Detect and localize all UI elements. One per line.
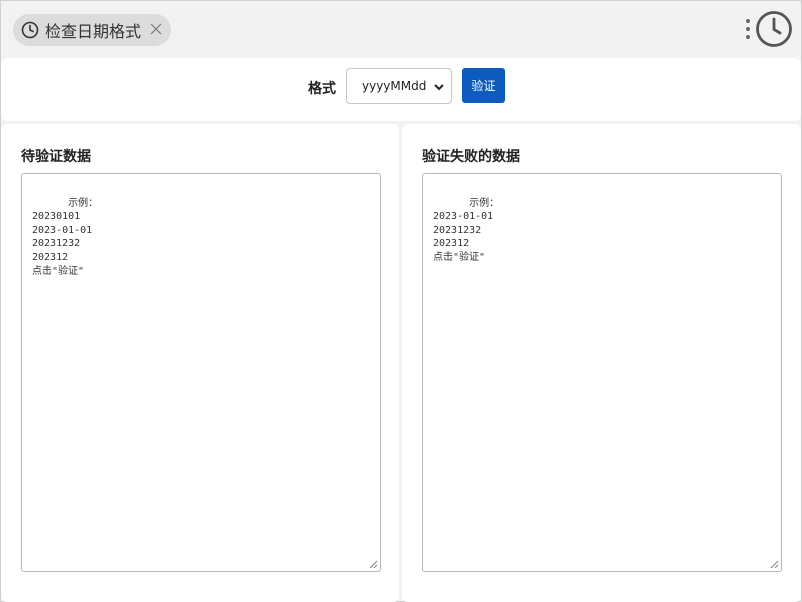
verify-button[interactable]: 验证: [462, 68, 505, 103]
clock-icon[interactable]: [755, 10, 793, 48]
failed-textarea[interactable]: 示例： 2023-01-01 20231232 202312 点击"验证": [422, 173, 782, 572]
more-vertical-icon[interactable]: [744, 17, 752, 41]
input-textarea-content: 示例： 20230101 2023-01-01 20231232 202312 …: [32, 197, 99, 277]
top-bar: 检查日期格式: [1, 1, 801, 57]
app-window: 检查日期格式 格式 yyyyMMdd 验证 待验证数据 示例： 20230101…: [0, 0, 802, 602]
close-icon[interactable]: [149, 22, 163, 36]
format-label: 格式: [308, 81, 336, 97]
failed-panel: 验证失败的数据 示例： 2023-01-01 20231232 202312 点…: [402, 124, 801, 602]
active-tab[interactable]: 检查日期格式: [13, 14, 171, 46]
format-select[interactable]: yyyyMMdd: [346, 68, 452, 104]
resize-handle-icon[interactable]: [369, 560, 378, 569]
input-panel: 待验证数据 示例： 20230101 2023-01-01 20231232 2…: [1, 124, 399, 602]
toolbar: 格式 yyyyMMdd 验证: [1, 58, 801, 121]
chevron-down-icon: [434, 84, 444, 91]
format-select-value: yyyyMMdd: [362, 79, 427, 93]
input-panel-title: 待验证数据: [21, 149, 91, 165]
failed-panel-title: 验证失败的数据: [422, 149, 520, 165]
resize-handle-icon[interactable]: [770, 560, 779, 569]
failed-textarea-content: 示例： 2023-01-01 20231232 202312 点击"验证": [433, 197, 500, 263]
clock-icon: [21, 21, 39, 39]
input-textarea[interactable]: 示例： 20230101 2023-01-01 20231232 202312 …: [21, 173, 381, 572]
tab-title: 检查日期格式: [45, 22, 142, 41]
